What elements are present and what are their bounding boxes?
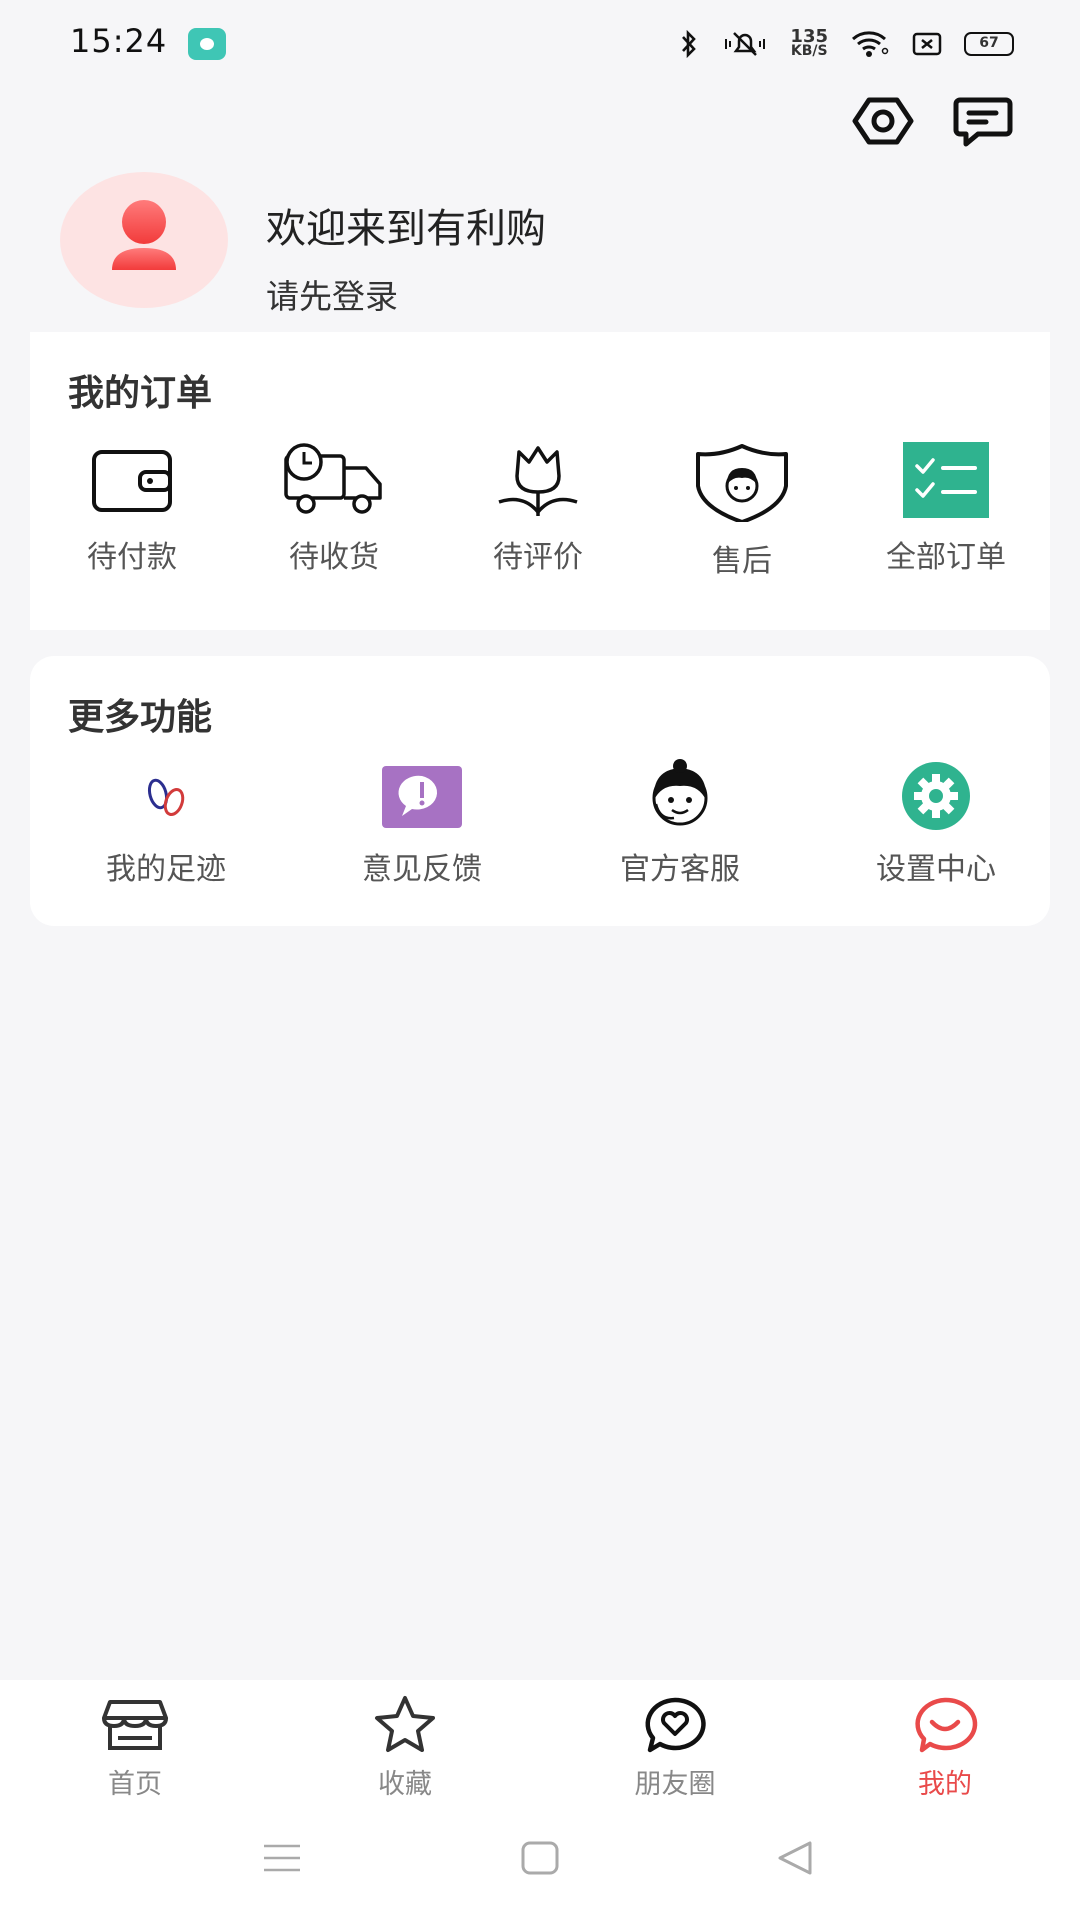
battery-level: 67 [979, 35, 999, 51]
order-pending-receipt[interactable]: 待收货 [244, 442, 424, 576]
heart-chat-icon [645, 1697, 706, 1753]
battery-icon: 67 [964, 32, 1014, 56]
network-speed-value: 135 [790, 26, 828, 47]
feature-customer-service-label: 官方客服 [620, 852, 740, 887]
feature-feedback[interactable]: 意见反馈 [322, 764, 522, 888]
nav-mine[interactable]: 我的 [865, 1694, 1025, 1801]
orders-card: 我的订单 待付款 待收货 待评价 售后 全部订单 [30, 332, 1050, 630]
nav-moments-label: 朋友圈 [634, 1769, 716, 1800]
feature-settings-label: 设置中心 [876, 852, 996, 887]
orders-title: 我的订单 [68, 373, 213, 414]
order-all[interactable]: 全部订单 [856, 442, 1036, 576]
order-all-label: 全部订单 [886, 540, 1006, 575]
feedback-icon [382, 766, 462, 828]
welcome-text: 欢迎来到有利购 [266, 206, 546, 252]
service-shield-icon [696, 444, 788, 522]
nav-home-label: 首页 [108, 1769, 162, 1800]
order-pending-review-label: 待评价 [493, 540, 583, 575]
avatar[interactable] [60, 172, 228, 308]
nav-moments[interactable]: 朋友圈 [595, 1694, 755, 1801]
nav-favorites-label: 收藏 [378, 1769, 432, 1800]
order-pending-payment[interactable]: 待付款 [42, 442, 222, 576]
bluetooth-icon [682, 29, 697, 59]
network-speed: 135 KB/S [790, 26, 828, 59]
status-bar: 15:24 135 KB/S 67 [0, 0, 1080, 86]
wallet-icon [92, 450, 172, 512]
order-after-sales[interactable]: 售后 [652, 442, 832, 580]
order-pending-payment-label: 待付款 [87, 540, 177, 575]
status-time: 15:24 [70, 22, 168, 60]
star-icon [375, 1696, 435, 1752]
delivery-truck-icon [284, 443, 382, 514]
feature-feedback-label: 意见反馈 [362, 852, 482, 887]
menu-icon[interactable] [262, 1842, 302, 1874]
home-square-icon[interactable] [520, 1840, 560, 1876]
feature-customer-service[interactable]: 官方客服 [580, 758, 780, 888]
nav-mine-label: 我的 [918, 1769, 972, 1800]
tulip-icon [498, 446, 578, 516]
mute-bell-icon [725, 32, 766, 56]
login-link[interactable]: 请先登录 [266, 270, 398, 318]
nav-home[interactable]: 首页 [55, 1694, 215, 1801]
sim-icon [912, 32, 942, 56]
order-pending-review[interactable]: 待评价 [448, 442, 628, 576]
back-icon[interactable] [776, 1840, 816, 1876]
settings-hex-icon[interactable] [850, 88, 916, 154]
user-icon [112, 200, 176, 270]
customer-service-icon [652, 759, 708, 826]
order-after-sales-label: 售后 [712, 544, 772, 579]
system-nav-bar [0, 1806, 1080, 1920]
status-icons: 135 KB/S 67 [678, 24, 1014, 64]
network-speed-unit: KB/S [790, 43, 828, 59]
order-pending-receipt-label: 待收货 [289, 540, 379, 575]
store-icon [102, 1700, 168, 1750]
app-notification-icon [188, 28, 226, 60]
smile-chat-icon [915, 1697, 978, 1753]
checklist-icon [903, 442, 989, 518]
settings-gear-icon [902, 762, 970, 830]
feature-footprint-label: 我的足迹 [106, 852, 226, 887]
nav-favorites[interactable]: 收藏 [325, 1694, 485, 1801]
footprint-icon [147, 778, 185, 817]
more-features-title: 更多功能 [68, 697, 213, 738]
more-features-card: 更多功能 我的足迹 意见反馈 官方客服 设置中心 [30, 656, 1050, 926]
feature-settings[interactable]: 设置中心 [836, 762, 1036, 888]
wifi-icon [852, 31, 889, 57]
message-icon[interactable] [950, 88, 1016, 154]
bottom-nav: 首页 收藏 朋友圈 我的 [0, 1680, 1080, 1806]
feature-footprint[interactable]: 我的足迹 [66, 764, 266, 888]
